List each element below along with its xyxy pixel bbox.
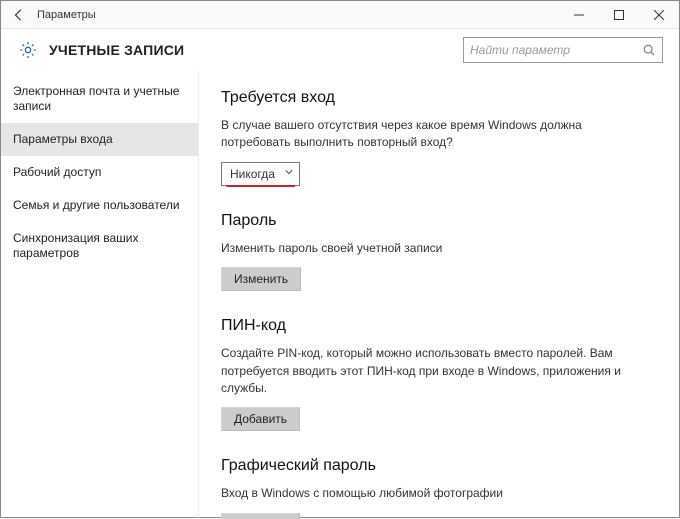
window-title: Параметры [37,9,96,21]
highlight-underline [226,185,295,187]
sidebar-item-email-accounts[interactable]: Электронная почта и учетные записи [1,75,198,123]
desc-require-login: В случае вашего отсутствия через какое в… [221,117,641,152]
section-title: УЧЕТНЫЕ ЗАПИСИ [49,42,184,58]
heading-password: Пароль [221,212,651,230]
desc-password: Изменить пароль своей учетной записи [221,240,641,257]
search-input[interactable] [470,43,642,57]
content: Требуется вход В случае вашего отсутстви… [199,71,679,519]
heading-pin: ПИН-код [221,317,651,335]
add-pin-button[interactable]: Добавить [221,407,300,431]
header-row: УЧЕТНЫЕ ЗАПИСИ [1,29,679,71]
section-pin: ПИН-код Создайте PIN-код, который можно … [221,317,651,431]
sidebar-item-family-other-users[interactable]: Семья и другие пользователи [1,189,198,222]
title-bar: Параметры [1,1,679,29]
section-picture-password: Графический пароль Вход в Windows с помо… [221,457,651,519]
chevron-down-icon [285,168,293,179]
require-login-dropdown[interactable]: Никогда [221,162,300,186]
back-button[interactable] [1,1,37,29]
maximize-button[interactable] [599,1,639,29]
heading-picture-password: Графический пароль [221,457,651,475]
body: Электронная почта и учетные записи Парам… [1,71,679,519]
search-box[interactable] [463,37,663,63]
sidebar-item-work-access[interactable]: Рабочий доступ [1,156,198,189]
add-picture-password-button[interactable]: Добавить [221,513,300,519]
desc-picture-password: Вход в Windows с помощью любимой фотогра… [221,485,641,502]
sidebar: Электронная почта и учетные записи Парам… [1,71,199,519]
heading-require-login: Требуется вход [221,89,651,107]
gear-icon [17,39,39,61]
sidebar-item-sync-settings[interactable]: Синхронизация ваших параметров [1,222,198,270]
section-password: Пароль Изменить пароль своей учетной зап… [221,212,651,291]
close-button[interactable] [639,1,679,29]
dropdown-value: Никогда [230,167,275,181]
sidebar-item-signin-options[interactable]: Параметры входа [1,123,198,156]
minimize-button[interactable] [559,1,599,29]
search-icon [642,43,656,57]
change-password-button[interactable]: Изменить [221,267,301,291]
desc-pin: Создайте PIN-код, который можно использо… [221,345,641,397]
section-require-login: Требуется вход В случае вашего отсутстви… [221,89,651,186]
